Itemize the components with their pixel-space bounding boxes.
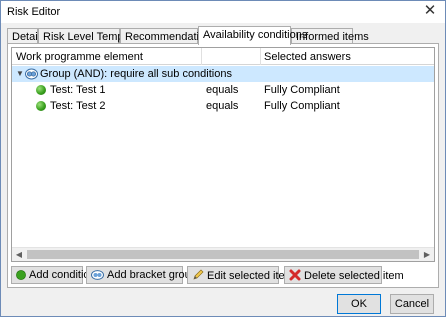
tab-details[interactable]: Details [7, 28, 46, 44]
pencil-icon [193, 269, 204, 280]
risk-editor-window: Risk Editor ✕ Details Risk Level Templat… [0, 0, 446, 317]
group-label: Group (AND): require all sub conditions [40, 68, 232, 80]
condition-answer: Fully Compliant [264, 100, 340, 112]
window-title: Risk Editor [7, 6, 61, 18]
condition-row[interactable]: Test: Test 1 equals Fully Compliant [12, 82, 434, 98]
ok-label: OK [351, 298, 367, 310]
red-x-icon [289, 269, 301, 281]
tab-risk-level-template[interactable]: Risk Level Template [38, 28, 141, 44]
availability-conditions-panel: Work programme element Selected answers … [7, 43, 439, 288]
condition-operator: equals [206, 84, 239, 96]
scroll-right-icon[interactable]: ▶ [420, 248, 434, 261]
tab-recommendations[interactable]: Recommendations [120, 28, 217, 44]
delete-selected-item-button[interactable]: Delete selected item [284, 266, 404, 284]
condition-answer: Fully Compliant [264, 84, 340, 96]
cancel-button[interactable]: Cancel [390, 294, 434, 314]
scroll-left-icon[interactable]: ◀ [12, 248, 26, 261]
horizontal-scrollbar[interactable]: ◀ ▶ [12, 247, 434, 261]
cancel-label: Cancel [394, 298, 430, 310]
delete-selected-item-label: Delete selected item [304, 270, 404, 282]
title-bar: Risk Editor ✕ [1, 1, 445, 23]
edit-selected-item-button[interactable]: Edit selected item [187, 266, 294, 284]
group-icon [25, 68, 38, 80]
add-condition-button[interactable]: Add condition [11, 266, 96, 284]
condition-element: Test: Test 1 [50, 84, 106, 96]
bracket-icon [91, 270, 104, 280]
tab-availability-conditions[interactable]: Availability conditions [198, 26, 307, 45]
grid-header: Work programme element Selected answers [12, 48, 434, 65]
condition-row[interactable]: Test: Test 2 equals Fully Compliant [12, 98, 434, 114]
condition-element: Test: Test 2 [50, 100, 106, 112]
column-separator[interactable] [201, 48, 202, 65]
collapse-icon[interactable]: ▼ [16, 70, 24, 78]
ok-button[interactable]: OK [337, 294, 381, 314]
column-header-selected-answers[interactable]: Selected answers [264, 51, 351, 63]
column-header-element[interactable]: Work programme element [16, 51, 143, 63]
add-bracket-group-button[interactable]: Add bracket group [86, 266, 197, 284]
column-separator[interactable] [260, 48, 261, 65]
condition-operator: equals [206, 100, 239, 112]
green-plus-icon [16, 270, 26, 280]
close-icon[interactable]: ✕ [422, 3, 438, 19]
tab-label: Availability conditions [203, 29, 308, 41]
group-row[interactable]: ▼ Group (AND): require all sub condition… [12, 66, 434, 82]
edit-selected-item-label: Edit selected item [207, 270, 294, 282]
green-dot-icon [36, 85, 46, 95]
conditions-grid: Work programme element Selected answers … [11, 47, 435, 262]
green-dot-icon [36, 101, 46, 111]
add-bracket-group-label: Add bracket group [107, 269, 197, 281]
scroll-thumb[interactable] [27, 250, 419, 259]
